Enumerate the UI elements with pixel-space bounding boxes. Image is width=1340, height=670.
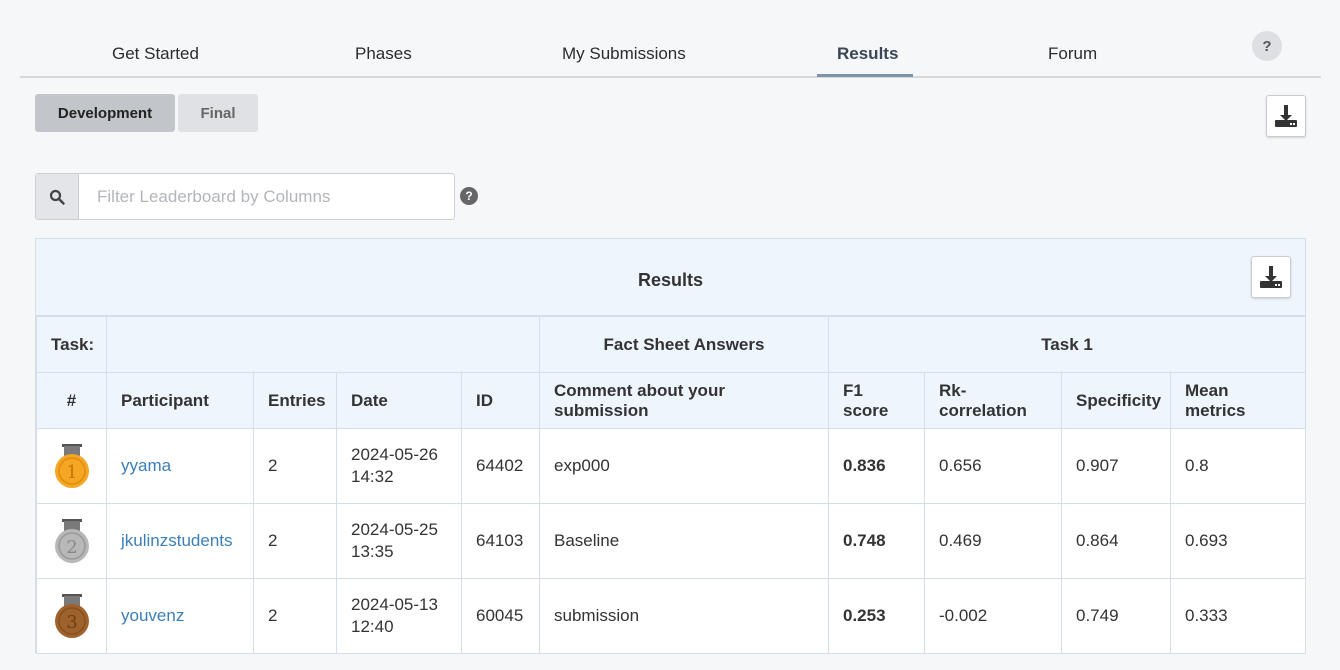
results-header: Results [36,239,1305,316]
filter-help-icon[interactable]: ? [460,187,478,205]
active-tab-indicator [817,74,913,77]
col-rk-correlation[interactable]: Rk-correlation [924,372,1062,429]
col-rank[interactable]: # [36,372,107,429]
id-cell: 64402 [461,428,540,504]
svg-text:3: 3 [66,612,77,633]
rank-cell: 3 [36,578,107,654]
help-button[interactable]: ? [1252,31,1282,61]
rk-cell: -0.002 [924,578,1062,654]
rank-cell: 2 [36,503,107,579]
column-header-row: # Participant Entries Date ID Comment ab… [36,372,1307,429]
participant-cell: youvenz [106,578,254,654]
tab-forum[interactable]: Forum [1048,44,1097,64]
entries-cell: 2 [253,578,337,654]
group-task-1: Task 1 [827,316,1307,373]
entries-cell: 2 [253,428,337,504]
filter-input[interactable] [79,174,454,219]
participant-link[interactable]: yyama [121,456,171,475]
time-text: 13:35 [351,542,394,561]
entries-cell: 2 [253,503,337,579]
silver-medal-icon: 2 [55,519,89,563]
search-icon [49,189,65,205]
col-comment[interactable]: Comment about your submission [539,372,829,429]
svg-text:1: 1 [66,462,77,483]
task-header-row: Task: Fact Sheet Answers Task 1 [36,316,1307,373]
participant-cell: jkulinzstudents [106,503,254,579]
col-f1-score[interactable]: F1 score [828,372,925,429]
time-text: 14:32 [351,467,394,486]
phase-final-button[interactable]: Final [178,94,258,132]
comment-cell: submission [539,578,829,654]
specificity-cell: 0.749 [1061,578,1171,654]
download-icon [1260,266,1282,288]
comment-cell: Baseline [539,503,829,579]
col-date[interactable]: Date [336,372,462,429]
col-entries[interactable]: Entries [253,372,337,429]
f1-cell: 0.253 [828,578,925,654]
table-row: 1 yyama 2 2024-05-26 14:32 64402 exp000 0… [36,428,1307,504]
filter-search-addon [36,174,79,219]
date-cell: 2024-05-13 12:40 [336,578,462,654]
tab-get-started[interactable]: Get Started [112,44,199,64]
table-row: 3 youvenz 2 2024-05-13 12:40 60045 submis… [36,578,1307,654]
date-cell: 2024-05-26 14:32 [336,428,462,504]
results-title: Results [637,270,704,290]
download-results-button[interactable] [1251,256,1291,298]
col-participant[interactable]: Participant [106,372,254,429]
download-leaderboard-button[interactable] [1266,95,1306,137]
date-text: 2024-05-26 [351,445,438,464]
col-id[interactable]: ID [461,372,540,429]
download-icon [1275,105,1297,127]
time-text: 12:40 [351,617,394,636]
top-nav: Get Started Phases My Submissions Result… [20,0,1321,78]
id-cell: 64103 [461,503,540,579]
date-cell: 2024-05-25 13:35 [336,503,462,579]
col-specificity[interactable]: Specificity [1061,372,1171,429]
date-text: 2024-05-25 [351,520,438,539]
participant-link[interactable]: youvenz [121,606,184,625]
filter-box [35,173,455,220]
leaderboard-table: Task: Fact Sheet Answers Task 1 # Partic… [36,316,1307,654]
specificity-cell: 0.864 [1061,503,1171,579]
tab-my-submissions[interactable]: My Submissions [562,44,686,64]
mean-cell: 0.8 [1169,428,1307,504]
specificity-cell: 0.907 [1061,428,1171,504]
tab-phases[interactable]: Phases [355,44,412,64]
group-fact-sheet: Fact Sheet Answers [539,316,829,373]
participant-cell: yyama [106,428,254,504]
mean-cell: 0.693 [1169,503,1307,579]
gold-medal-icon: 1 [55,444,89,488]
rk-cell: 0.469 [924,503,1062,579]
rank-cell: 1 [36,428,107,504]
date-text: 2024-05-13 [351,595,438,614]
table-row: 2 jkulinzstudents 2 2024-05-25 13:35 6410… [36,503,1307,579]
bronze-medal-icon: 3 [55,594,89,638]
tab-results[interactable]: Results [837,44,898,64]
id-cell: 60045 [461,578,540,654]
results-panel: Results Task: Fact Sheet Answers Task 1 [35,238,1307,654]
phase-development-button[interactable]: Development [35,94,175,132]
task-label: Task: [36,316,107,373]
task-empty-group [106,316,540,373]
page: Get Started Phases My Submissions Result… [0,0,1340,670]
rk-cell: 0.656 [924,428,1062,504]
participant-link[interactable]: jkulinzstudents [121,531,233,550]
svg-text:2: 2 [66,537,77,558]
f1-cell: 0.836 [828,428,925,504]
f1-cell: 0.748 [828,503,925,579]
comment-cell: exp000 [539,428,829,504]
mean-cell: 0.333 [1169,578,1307,654]
col-mean-metrics[interactable]: Mean metrics [1169,372,1307,429]
